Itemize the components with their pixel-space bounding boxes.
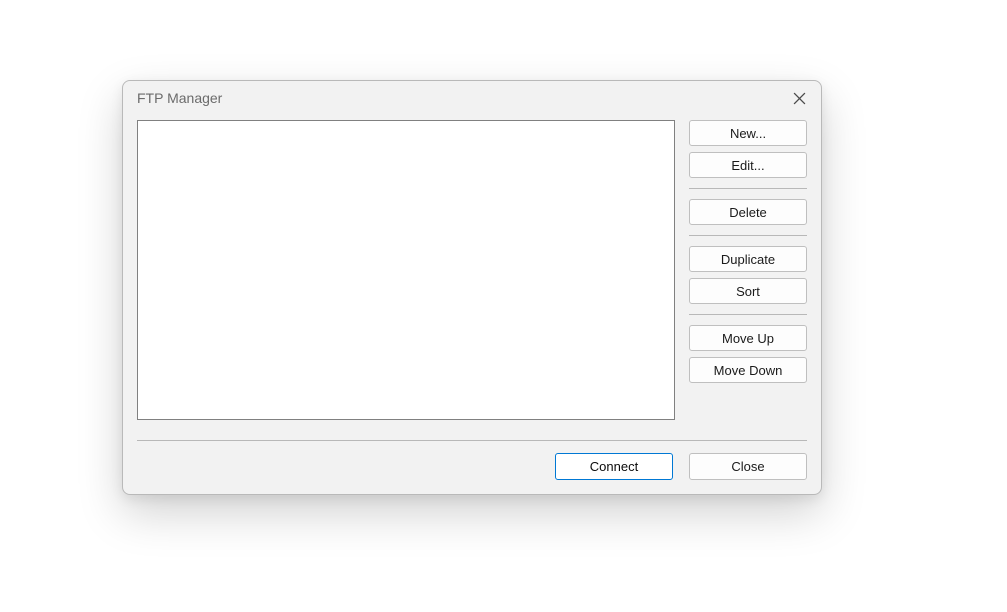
side-button-column: New... Edit... Delete Duplicate Sort Mov… <box>689 120 807 383</box>
close-icon[interactable] <box>789 88 809 108</box>
separator <box>689 235 807 236</box>
delete-button[interactable]: Delete <box>689 199 807 225</box>
separator <box>137 440 807 441</box>
upper-area: New... Edit... Delete Duplicate Sort Mov… <box>137 120 807 420</box>
new-button[interactable]: New... <box>689 120 807 146</box>
ftp-manager-dialog: FTP Manager New... Edit... Delete Duplic… <box>122 80 822 495</box>
edit-button[interactable]: Edit... <box>689 152 807 178</box>
dialog-content: New... Edit... Delete Duplicate Sort Mov… <box>123 114 821 494</box>
move-down-button[interactable]: Move Down <box>689 357 807 383</box>
sort-button[interactable]: Sort <box>689 278 807 304</box>
duplicate-button[interactable]: Duplicate <box>689 246 807 272</box>
connect-button[interactable]: Connect <box>555 453 673 480</box>
move-up-button[interactable]: Move Up <box>689 325 807 351</box>
separator <box>689 188 807 189</box>
connections-listbox[interactable] <box>137 120 675 420</box>
bottom-button-bar: Connect Close <box>137 453 807 480</box>
titlebar: FTP Manager <box>123 81 821 114</box>
dialog-title: FTP Manager <box>137 90 222 106</box>
close-button[interactable]: Close <box>689 453 807 480</box>
separator <box>689 314 807 315</box>
